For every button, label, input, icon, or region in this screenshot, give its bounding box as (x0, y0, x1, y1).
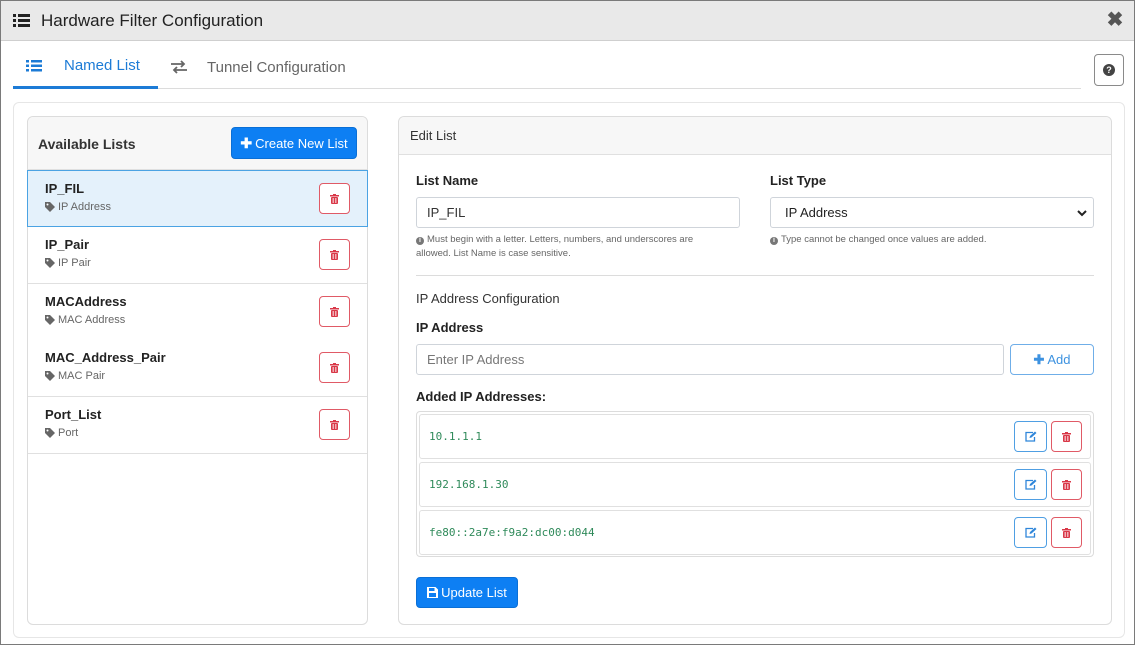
delete-ip-button[interactable] (1051, 421, 1082, 452)
delete-list-button[interactable] (319, 239, 350, 270)
ip-row: fe80::2a7e:f9a2:dc00:d044 (419, 510, 1091, 555)
list-item-type-label: IP Pair (58, 257, 91, 269)
list-item-macaddress[interactable]: MACAddress MAC Address (28, 284, 367, 341)
delete-list-button[interactable] (319, 352, 350, 383)
edit-list-title: Edit List (410, 128, 457, 143)
delete-list-button[interactable] (319, 409, 350, 440)
dialog-window: Hardware Filter Configuration ✖ Named Li… (0, 0, 1135, 645)
trash-icon (330, 193, 339, 204)
trash-icon (330, 419, 339, 430)
delete-ip-button[interactable] (1051, 517, 1082, 548)
ip-address-input[interactable] (416, 344, 1004, 375)
list-item-name: MACAddress (45, 294, 127, 309)
list-type-label: List Type (770, 173, 827, 188)
list-icon (13, 14, 30, 27)
list-item-name: Port_List (45, 407, 102, 422)
list-item-type: MAC Pair (45, 370, 105, 382)
tab-tunnel-configuration[interactable]: Tunnel Configuration (169, 45, 369, 89)
save-icon (427, 587, 439, 598)
list-item-type-label: MAC Address (58, 314, 126, 326)
ip-row: 192.168.1.30 (419, 462, 1091, 507)
list-item-mac-address-pair[interactable]: MAC_Address_Pair MAC Pair (28, 340, 367, 397)
ip-address-label: IP Address (416, 320, 484, 335)
tag-icon (45, 371, 55, 381)
added-ips-label: Added IP Addresses: (416, 389, 547, 404)
tag-icon (45, 258, 55, 268)
tag-icon (45, 428, 55, 438)
trash-icon (1062, 431, 1071, 442)
tab-named-list-label: Named List (64, 57, 140, 74)
tab-bar: Named List Tunnel Configuration (13, 45, 1081, 89)
add-ip-label: Add (1047, 352, 1071, 367)
list-type-select[interactable]: IP Address (770, 197, 1094, 228)
list-item-ip-fil[interactable]: IP_FIL IP Address (27, 170, 368, 227)
trash-icon (330, 249, 339, 260)
plus-icon: ✚ (240, 134, 253, 151)
edit-icon (1024, 479, 1036, 490)
edit-list-header: Edit List (399, 117, 1111, 155)
list-name-label: List Name (416, 173, 479, 188)
edit-icon (1024, 431, 1036, 442)
trash-icon (1062, 527, 1071, 538)
list-item-ip-pair[interactable]: IP_Pair IP Pair (28, 227, 367, 284)
divider (416, 275, 1094, 276)
help-button[interactable]: ? (1094, 54, 1124, 86)
ip-value: fe80::2a7e:f9a2:dc00:d044 (429, 526, 595, 539)
plus-icon: ✚ (1033, 351, 1045, 367)
tab-named-list[interactable]: Named List (13, 45, 158, 89)
delete-ip-button[interactable] (1051, 469, 1082, 500)
added-ips-list: 10.1.1.1 192.168.1.30 fe80::2a7e:f9a2:dc (416, 411, 1094, 557)
list-icon (26, 59, 42, 71)
trash-icon (330, 306, 339, 317)
update-list-button[interactable]: Update List (416, 577, 518, 608)
ip-value: 192.168.1.30 (429, 478, 509, 491)
list-type-selected: IP Address (785, 205, 848, 220)
window-title: Hardware Filter Configuration (41, 11, 264, 30)
list-item-type: Port (45, 427, 78, 439)
chevron-down-icon (1077, 210, 1087, 217)
list-type-hint: i Type cannot be changed once values are … (770, 233, 1100, 247)
ip-value: 10.1.1.1 (429, 430, 482, 443)
edit-list-panel: Edit List List Name iMust begin with a l… (398, 116, 1112, 625)
list-item-port-list[interactable]: Port_List Port (28, 397, 367, 454)
tab-tunnel-configuration-label: Tunnel Configuration (207, 58, 346, 76)
list-item-type-label: Port (58, 427, 79, 439)
close-icon[interactable]: ✖ (1106, 10, 1124, 30)
info-icon: i (770, 237, 778, 245)
available-lists-panel: Available Lists ✚ Create New List IP_FIL… (27, 116, 368, 625)
add-ip-button[interactable]: ✚ Add (1010, 344, 1094, 375)
ip-config-title: IP Address Configuration (416, 291, 560, 306)
edit-icon (1024, 527, 1036, 538)
svg-text:?: ? (1106, 65, 1112, 75)
list-item-name: IP_Pair (45, 237, 90, 252)
trash-icon (1062, 479, 1071, 490)
list-item-type: IP Address (45, 201, 111, 213)
list-item-type-label: MAC Pair (58, 370, 106, 382)
edit-ip-button[interactable] (1014, 517, 1047, 548)
list-item-type: IP Pair (45, 257, 91, 269)
tag-icon (45, 315, 55, 325)
info-icon: i (416, 237, 424, 245)
swap-icon (171, 60, 187, 74)
available-lists-header: Available Lists ✚ Create New List (28, 117, 367, 170)
list-name-input[interactable] (416, 197, 740, 228)
list-item-name: MAC_Address_Pair (45, 350, 166, 365)
edit-ip-button[interactable] (1014, 421, 1047, 452)
list-item-type: MAC Address (45, 314, 125, 326)
update-list-label: Update List (441, 585, 507, 600)
title-bar: Hardware Filter Configuration ✖ (1, 1, 1134, 41)
edit-ip-button[interactable] (1014, 469, 1047, 500)
trash-icon (330, 362, 339, 373)
create-new-list-label: Create New List (255, 135, 348, 151)
ip-row: 10.1.1.1 (419, 414, 1091, 459)
question-circle-icon: ? (1103, 64, 1115, 76)
available-lists-title: Available Lists (38, 136, 136, 152)
delete-list-button[interactable] (319, 296, 350, 327)
list-item-type-label: IP Address (58, 201, 111, 213)
create-new-list-button[interactable]: ✚ Create New List (231, 127, 357, 159)
list-item-name: IP_FIL (45, 181, 85, 196)
tag-icon (45, 202, 55, 212)
delete-list-button[interactable] (319, 183, 350, 214)
list-name-hint: i Must begin with a letter. Letters, numb… (416, 234, 694, 259)
